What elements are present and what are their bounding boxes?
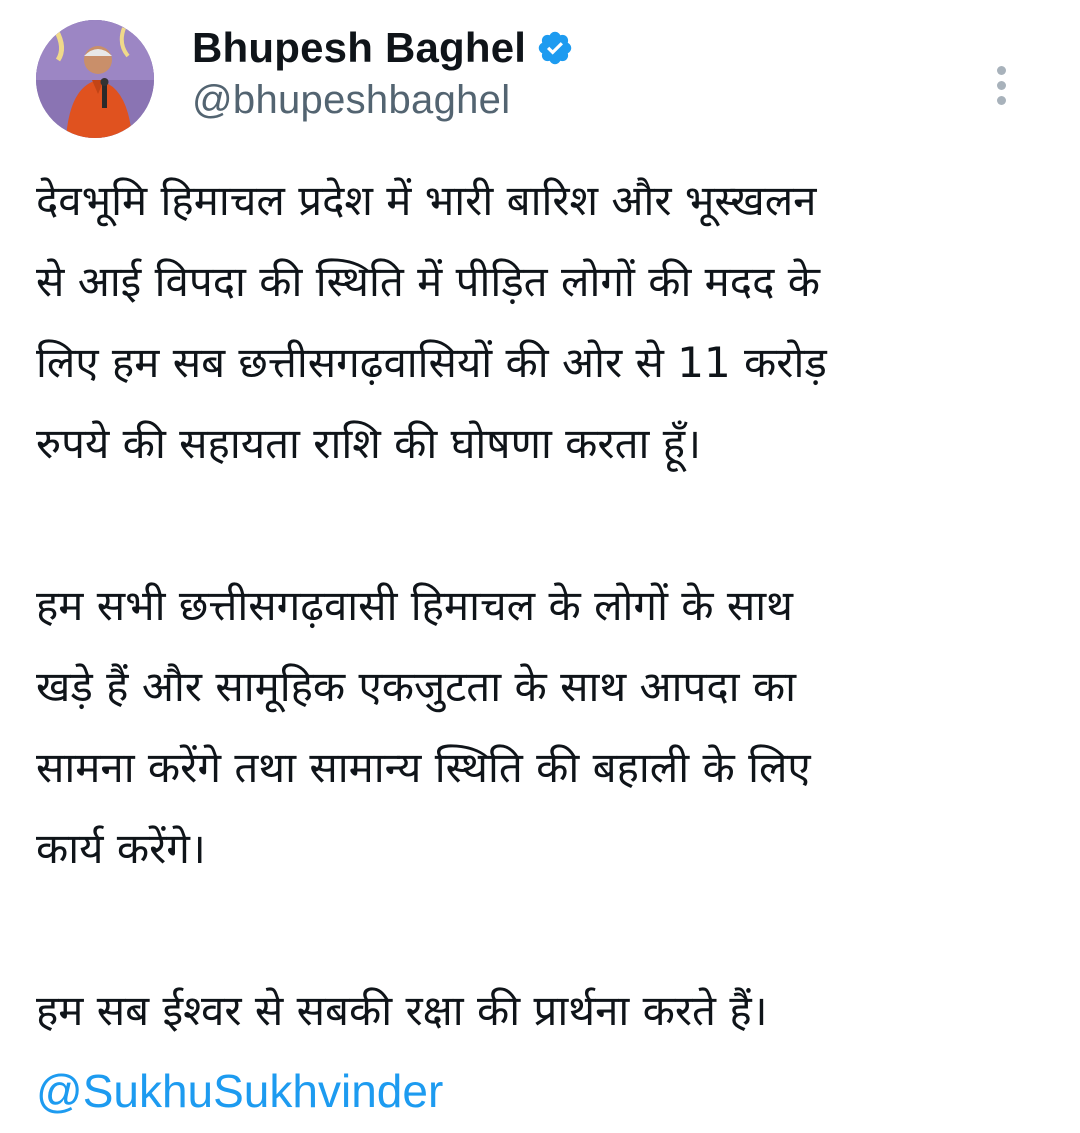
more-options-button[interactable]	[988, 64, 1016, 108]
display-name-row: Bhupesh Baghel	[192, 22, 574, 74]
tweet-text: देवभूमि हिमाचल प्रदेश में भारी बारिश और …	[36, 160, 1046, 1133]
tweet-paragraph-1: देवभूमि हिमाचल प्रदेश में भारी बारिश और …	[36, 176, 827, 468]
display-name[interactable]: Bhupesh Baghel	[192, 24, 526, 72]
verified-badge-icon	[536, 29, 574, 67]
author-names: Bhupesh Baghel @bhupeshbaghel	[192, 22, 574, 123]
avatar-image	[36, 20, 154, 138]
avatar[interactable]	[36, 20, 154, 138]
tweet: Bhupesh Baghel @bhupeshbaghel देवभूमि हि…	[0, 0, 1080, 1117]
tweet-paragraph-3: हम सब ईश्वर से सबकी रक्षा की प्रार्थना क…	[36, 986, 768, 1035]
tweet-header: Bhupesh Baghel @bhupeshbaghel	[36, 20, 1044, 140]
tweet-paragraph-2: हम सभी छत्तीसगढ़वासी हिमाचल के लोगों के …	[36, 581, 811, 873]
mention-link[interactable]: @SukhuSukhvinder	[36, 1051, 443, 1132]
author-handle[interactable]: @bhupeshbaghel	[192, 78, 574, 123]
